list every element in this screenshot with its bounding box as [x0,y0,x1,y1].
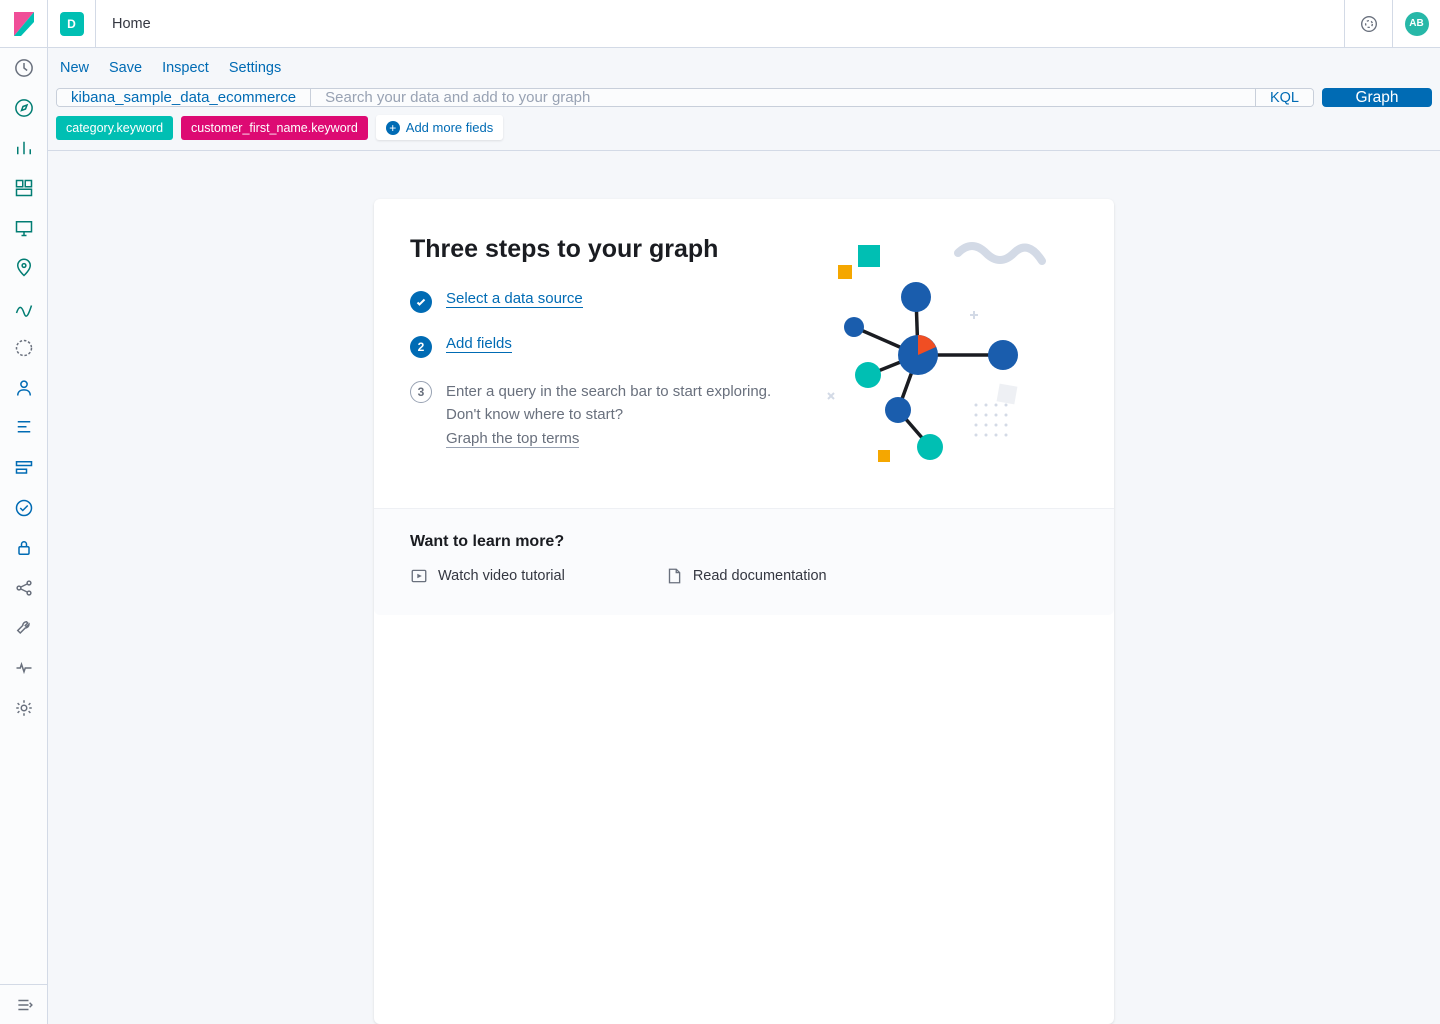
collapse-icon [15,996,33,1014]
datasource-selector[interactable]: kibana_sample_data_ecommerce [57,89,311,106]
bar-chart-icon [14,138,34,158]
nav-uptime[interactable] [0,488,47,528]
document-icon [665,567,683,585]
search-row: kibana_sample_data_ecommerce KQL Graph [48,88,1440,115]
submenu-inspect[interactable]: Inspect [162,60,209,76]
space-avatar: D [60,12,84,36]
canvas-icon [14,218,34,238]
ml-icon [14,298,34,318]
submenu: New Save Inspect Settings [48,48,1440,88]
nav-monitoring[interactable] [0,648,47,688]
graph-icon [14,338,34,358]
newsfeed-icon [1360,15,1378,33]
top-header: D Home AB [0,0,1440,48]
dashboard-icon [14,178,34,198]
share-icon [14,578,34,598]
nav-dashboard[interactable] [0,168,47,208]
field-pill[interactable]: customer_first_name.keyword [181,116,368,140]
read-docs-link[interactable]: Read documentation [665,567,827,585]
graph-illustration [818,235,1078,465]
nav-share[interactable] [0,568,47,608]
nav-collapse[interactable] [0,984,47,1024]
submenu-save[interactable]: Save [109,60,142,76]
watch-video-link[interactable]: Watch video tutorial [410,567,565,585]
nav-maps[interactable] [0,248,47,288]
learn-more-section: Want to learn more? Watch video tutorial… [374,508,1114,615]
nav-ml[interactable] [0,288,47,328]
lock-icon [14,538,34,558]
step-3-link[interactable]: Graph the top terms [446,430,579,448]
nav-canvas[interactable] [0,208,47,248]
plus-icon: + [386,121,400,135]
newsfeed-button[interactable] [1344,0,1392,48]
learn-more-title: Want to learn more? [410,533,1078,551]
submenu-settings[interactable]: Settings [229,60,281,76]
step-badge-3: 3 [410,381,432,403]
apm-icon [14,458,34,478]
space-selector[interactable]: D [48,0,96,48]
search-input[interactable] [311,89,1255,106]
step-1: Select a data source [410,290,794,313]
step-3: 3 Enter a query in the search bar to sta… [410,380,794,450]
logs-icon [14,418,34,438]
nav-visualize[interactable] [0,128,47,168]
content: Three steps to your graph Select a data … [48,151,1440,1024]
step-badge-2: 2 [410,336,432,358]
breadcrumb[interactable]: Home [96,16,167,32]
nav-logs[interactable] [0,408,47,448]
user-menu[interactable]: AB [1392,0,1440,48]
card-title: Three steps to your graph [410,235,794,264]
step-3-text: Enter a query in the search bar to start… [446,380,794,450]
uptime-icon [14,498,34,518]
main-area: New Save Inspect Settings kibana_sample_… [48,48,1440,1024]
kibana-logo-icon [14,12,34,36]
step-badge-done [410,291,432,313]
clock-icon [14,58,34,78]
nav-siem[interactable] [0,528,47,568]
field-pill[interactable]: category.keyword [56,116,173,140]
nav-discover[interactable] [0,88,47,128]
add-more-fields-button[interactable]: + Add more fieds [376,115,503,140]
graph-button[interactable]: Graph [1322,88,1432,107]
kql-toggle[interactable]: KQL [1255,89,1313,106]
kibana-logo[interactable] [0,0,48,48]
step-1-link[interactable]: Select a data source [446,290,583,308]
check-icon [415,296,427,308]
person-icon [14,378,34,398]
nav-dev-tools[interactable] [0,608,47,648]
nav-recent[interactable] [0,48,47,88]
user-avatar: AB [1405,12,1429,36]
gear-icon [14,698,34,718]
wrench-icon [14,618,34,638]
map-pin-icon [14,258,34,278]
fields-row: category.keyword customer_first_name.key… [48,115,1440,151]
left-nav [0,48,48,1024]
compass-icon [14,98,34,118]
nav-apm[interactable] [0,448,47,488]
search-group: kibana_sample_data_ecommerce KQL [56,88,1314,107]
step-2-link[interactable]: Add fields [446,335,512,353]
onboarding-card: Three steps to your graph Select a data … [374,199,1114,1024]
nav-management[interactable] [0,688,47,728]
video-icon [410,567,428,585]
submenu-new[interactable]: New [60,60,89,76]
nav-graph[interactable] [0,328,47,368]
step-2: 2 Add fields [410,335,794,358]
nav-metrics[interactable] [0,368,47,408]
add-more-fields-label: Add more fieds [406,120,493,135]
heartbeat-icon [14,658,34,678]
